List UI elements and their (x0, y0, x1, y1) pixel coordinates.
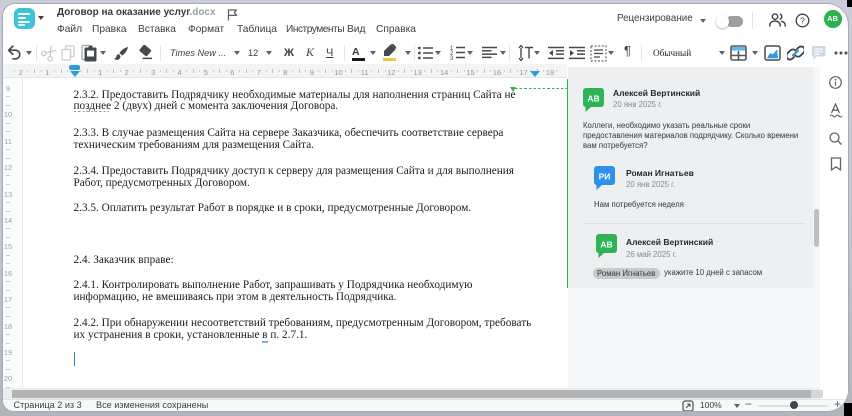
svg-text:АВ: АВ (600, 240, 612, 250)
svg-text:3: 3 (450, 56, 454, 60)
svg-text:АВ: АВ (587, 94, 599, 104)
svg-text:?: ? (800, 15, 805, 25)
svg-text:РИ: РИ (599, 172, 611, 182)
